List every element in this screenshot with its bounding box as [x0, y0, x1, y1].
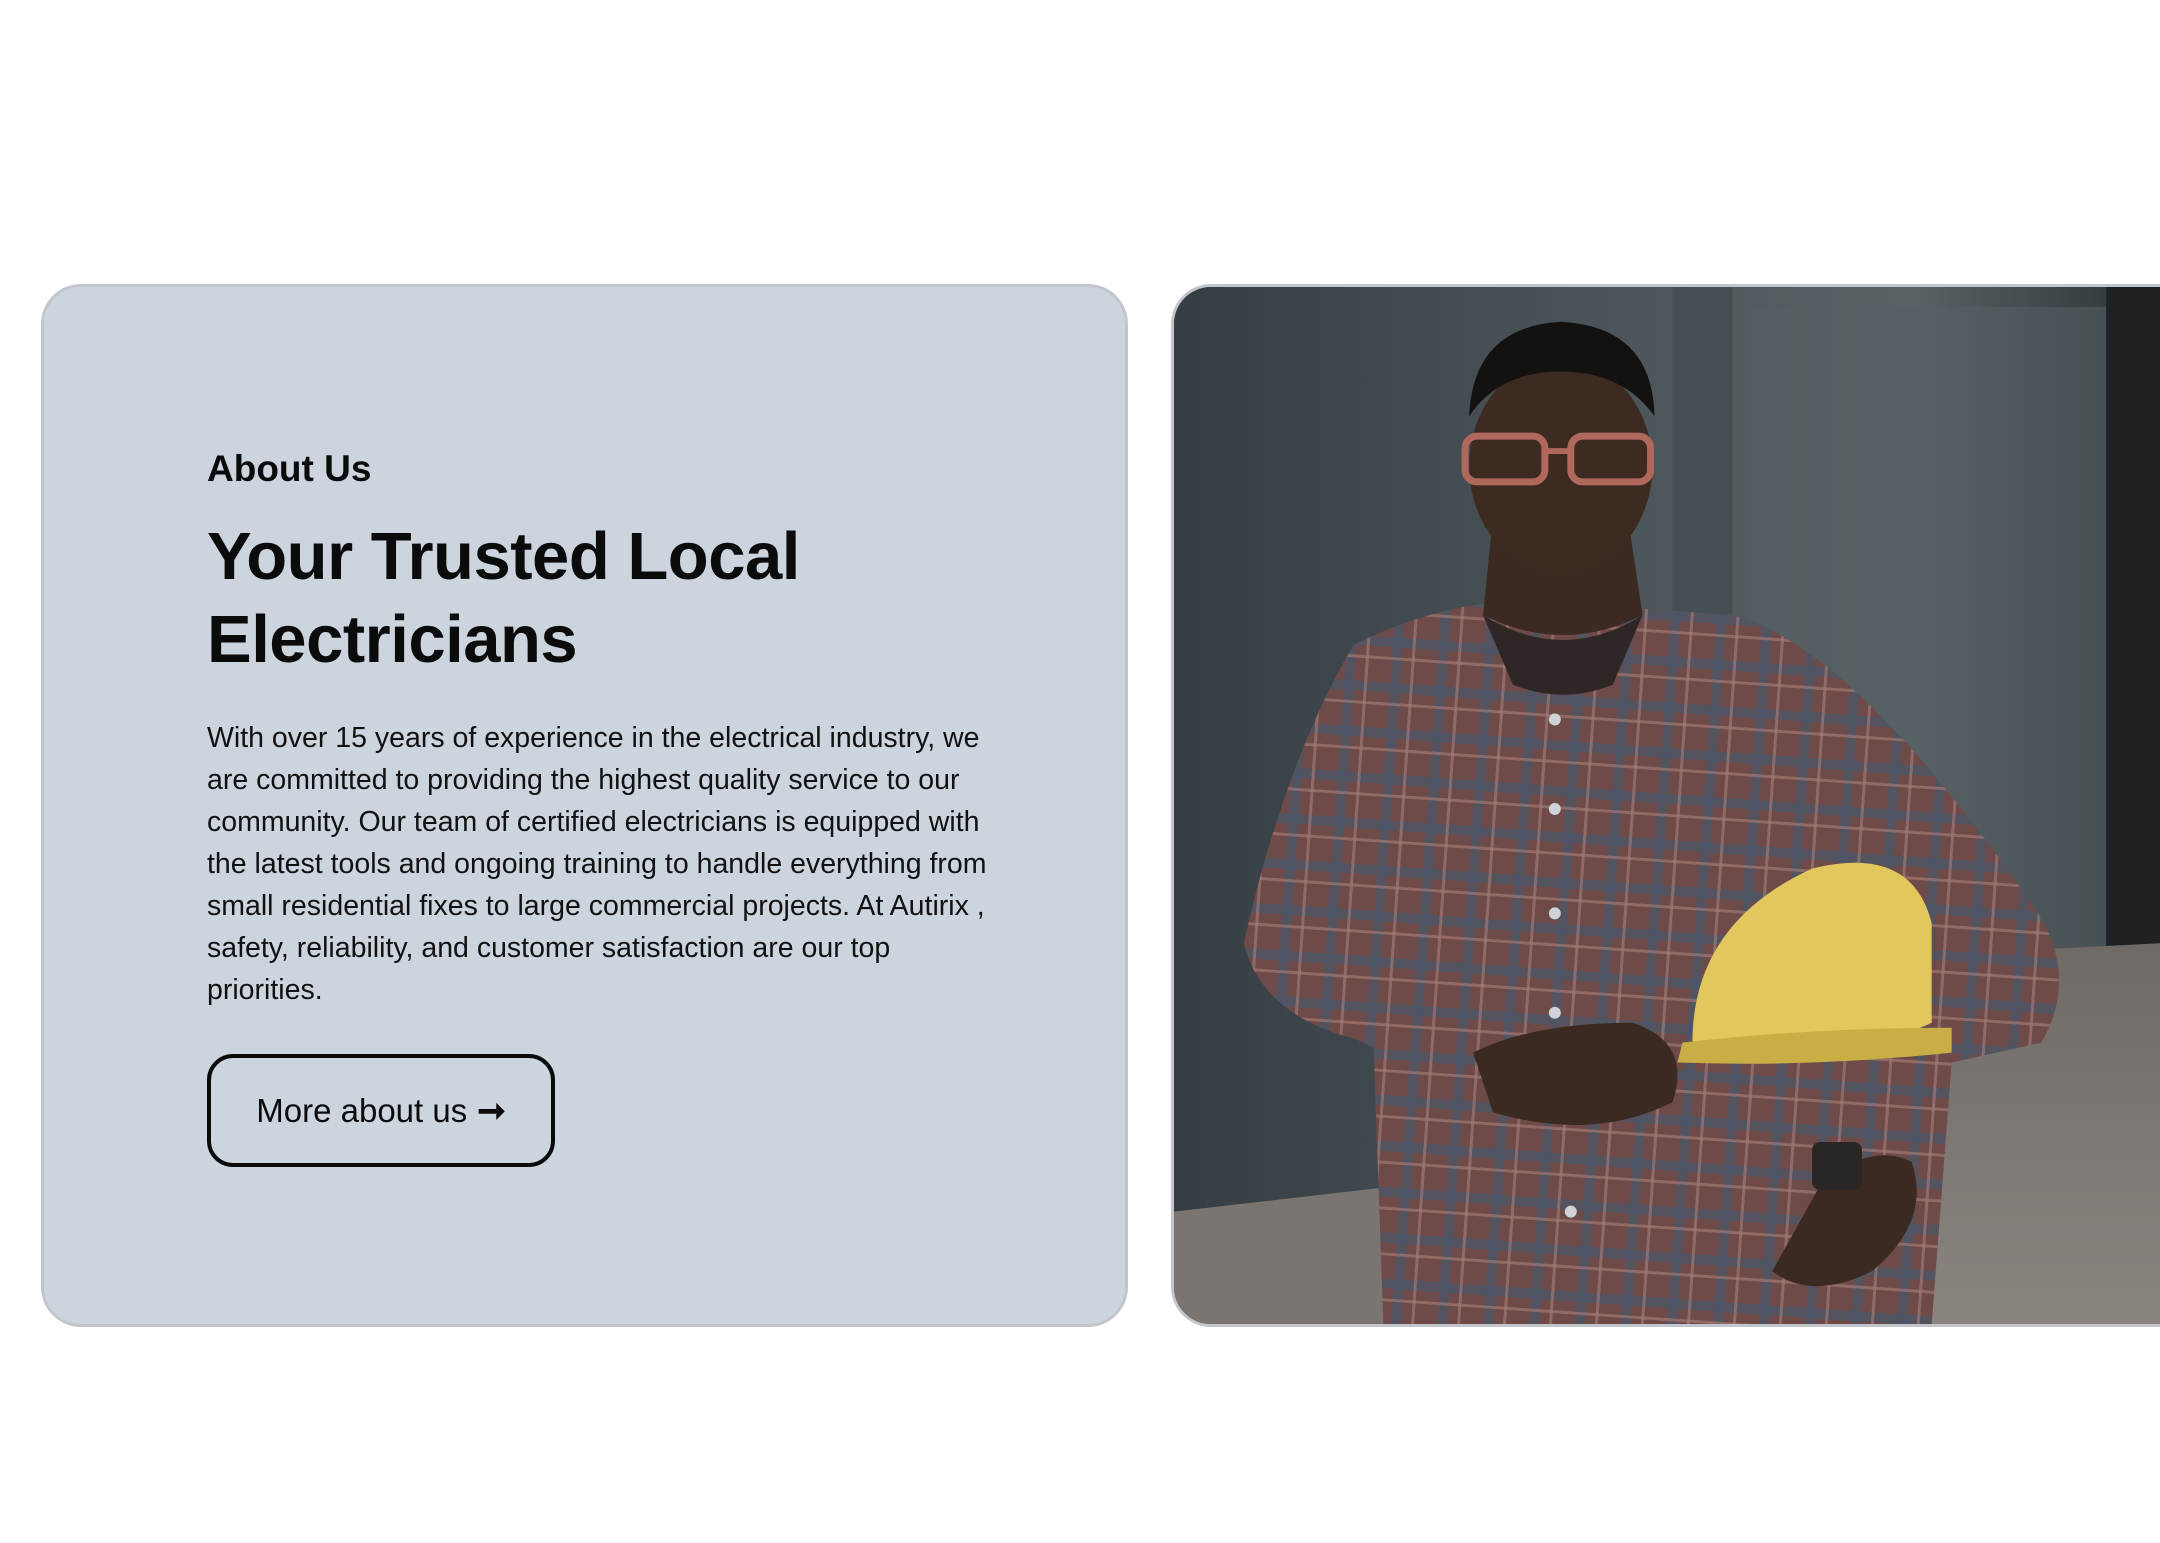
arrow-right-icon: ➞ — [477, 1091, 506, 1130]
section-headline: Your Trusted Local Electricians — [207, 519, 800, 677]
electrician-photo — [1171, 284, 2160, 1327]
section-eyebrow: About Us — [207, 448, 372, 489]
about-section: About Us Your Trusted Local Electricians… — [0, 0, 2160, 1543]
about-card: About Us Your Trusted Local Electricians… — [41, 284, 1128, 1327]
more-about-us-label: More about us — [256, 1091, 468, 1129]
electrician-photo-image — [1174, 287, 2160, 1324]
about-description: With over 15 years of experience in the … — [207, 722, 987, 1006]
more-about-us-button[interactable]: More about us ➞ — [207, 1054, 555, 1167]
